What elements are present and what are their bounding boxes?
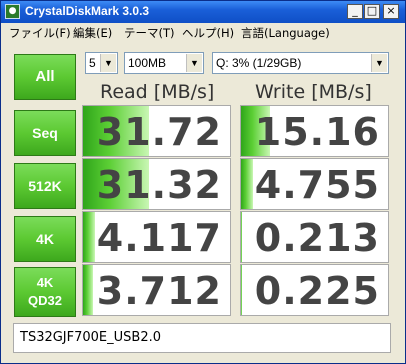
512k-write-bar	[241, 159, 253, 209]
menu-file[interactable]: ファイル(F)	[9, 25, 71, 41]
menu-help[interactable]: ヘルプ(H)	[182, 25, 234, 41]
disk-icon: ●	[5, 4, 20, 19]
app-window: ● CrystalDiskMark 3.0.3 _ □ × ファイル(F) 編集…	[0, 0, 406, 364]
chevron-down-icon[interactable]: ▼	[186, 54, 202, 72]
4k-read-bar	[83, 212, 95, 262]
4k-qd32-write-value: 0.225	[254, 269, 380, 313]
drive-value: Q: 3% (1/29GB)	[216, 56, 302, 70]
window-title: CrystalDiskMark 3.0.3	[25, 4, 150, 18]
4k-qd32-read-value: 3.712	[96, 269, 222, 313]
4k-write-cell: 0.213	[240, 211, 389, 263]
read-header: Read [MB/s]	[100, 81, 215, 103]
seq-read-cell: 31.72	[82, 105, 231, 157]
all-button[interactable]: All	[14, 54, 76, 100]
4k-qd32-label: 4K	[36, 275, 54, 290]
size-value: 100MB	[128, 56, 167, 70]
4k-label: 4K	[36, 231, 54, 247]
size-select[interactable]: 100MB ▼	[124, 52, 204, 74]
4k-qd32-label2: QD32	[28, 293, 62, 308]
512k-read-value: 31.32	[96, 163, 222, 207]
chevron-down-icon[interactable]: ▼	[371, 54, 387, 72]
4k-read-value: 4.117	[96, 216, 222, 260]
comment-field[interactable]: TS32GJF700E_USB2.0	[13, 323, 391, 353]
menu-language[interactable]: 言語(Language)	[241, 25, 330, 41]
title-bar[interactable]: ● CrystalDiskMark 3.0.3 _ □ ×	[1, 1, 405, 23]
512k-read-cell: 31.32	[82, 158, 231, 210]
4k-button[interactable]: 4K	[14, 216, 76, 262]
runs-value: 5	[89, 56, 96, 70]
seq-read-value: 31.72	[96, 110, 222, 154]
close-icon[interactable]: ×	[383, 4, 399, 19]
all-button-label: All	[35, 68, 55, 85]
4k-qd32-button[interactable]: 4K QD32	[14, 267, 76, 317]
runs-select[interactable]: 5 ▼	[85, 52, 118, 74]
512k-write-value: 4.755	[254, 163, 380, 207]
4k-qd32-read-cell: 3.712	[82, 264, 231, 316]
seq-label: Seq	[32, 125, 58, 141]
512k-button[interactable]: 512K	[14, 163, 76, 209]
maximize-icon[interactable]: □	[364, 4, 380, 19]
write-header: Write [MB/s]	[255, 81, 372, 103]
4k-qd32-write-bar	[241, 265, 243, 315]
menu-theme[interactable]: テーマ(T)	[124, 25, 175, 41]
chevron-down-icon[interactable]: ▼	[100, 54, 116, 72]
menu-edit[interactable]: 編集(E)	[73, 25, 112, 41]
drive-select[interactable]: Q: 3% (1/29GB) ▼	[212, 52, 389, 74]
seq-button[interactable]: Seq	[14, 110, 76, 156]
seq-write-value: 15.16	[254, 110, 380, 154]
4k-qd32-write-cell: 0.225	[240, 264, 389, 316]
4k-read-cell: 4.117	[82, 211, 231, 263]
4k-qd32-read-bar	[83, 265, 94, 315]
minimize-icon[interactable]: _	[347, 4, 363, 19]
4k-write-value: 0.213	[254, 216, 380, 260]
menu-bar: ファイル(F) 編集(E) テーマ(T) ヘルプ(H) 言語(Language)	[1, 23, 405, 42]
512k-write-cell: 4.755	[240, 158, 389, 210]
512k-label: 512K	[28, 178, 62, 194]
4k-write-bar	[241, 212, 243, 262]
seq-write-cell: 15.16	[240, 105, 389, 157]
